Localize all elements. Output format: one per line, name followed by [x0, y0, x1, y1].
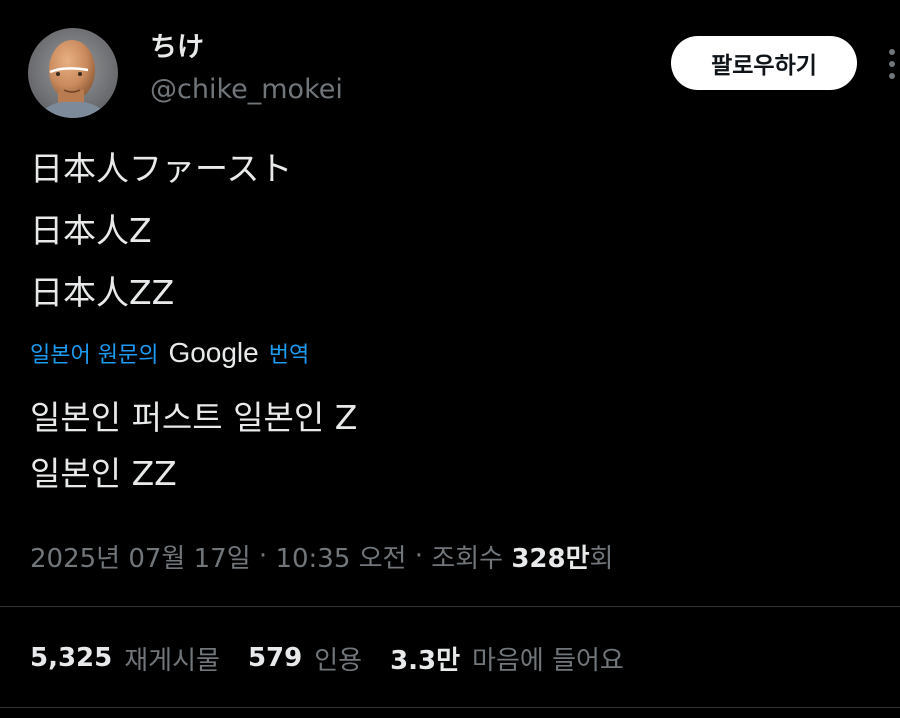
tweet-date[interactable]: 2025년 07월 17일 [30, 538, 251, 575]
translate-link[interactable]: 일본어 원문의 Google 번역 [30, 333, 309, 373]
quotes-stat[interactable]: 579 인용 [248, 640, 362, 677]
quotes-label: 인용 [314, 645, 363, 676]
likes-count: 3.3만 [390, 645, 461, 676]
author-handle[interactable]: @chike_mokei [150, 72, 343, 108]
google-logo: Google [168, 337, 259, 368]
engagement-stats: 5,325 재게시물 579 인용 3.3만 마음에 들어요 [30, 636, 652, 680]
tweet-meta: 2025년 07월 17일 · 10:35 오전 · 조회수 328만 회 [30, 536, 613, 576]
quotes-count: 579 [247, 643, 303, 673]
tweet-text: 日本人ファースト 日本人Z 日本人ZZ [30, 149, 293, 312]
more-dots-icon[interactable] [884, 44, 900, 84]
translate-action-label[interactable]: 번역 [269, 337, 309, 369]
tweet-time[interactable]: 10:35 오전 [275, 538, 406, 575]
reposts-stat[interactable]: 5,325 재게시물 [30, 640, 220, 677]
meta-separator: · [406, 541, 432, 571]
meta-separator: · [250, 541, 276, 571]
reposts-count: 5,325 [30, 643, 113, 673]
divider [0, 707, 900, 708]
views-label: 조회수 [431, 543, 504, 574]
author-display-name[interactable]: ちけ [150, 30, 204, 66]
views-count: 328만 [511, 543, 590, 574]
likes-stat[interactable]: 3.3만 마음에 들어요 [390, 640, 624, 677]
tweet-header: ちけ @chike_mokei 팔로우하기 [0, 0, 900, 130]
translate-source-label: 일본어 원문의 [30, 343, 159, 368]
reposts-label: 재게시물 [124, 645, 220, 676]
translated-text: 일본인 퍼스트 일본인 Z 일본인 ZZ [30, 398, 358, 493]
avatar[interactable] [28, 28, 118, 118]
divider [0, 606, 900, 607]
follow-button[interactable]: 팔로우하기 [671, 36, 857, 90]
likes-label: 마음에 들어요 [472, 645, 624, 676]
views-suffix: 회 [589, 543, 614, 574]
avatar-image [28, 28, 118, 118]
